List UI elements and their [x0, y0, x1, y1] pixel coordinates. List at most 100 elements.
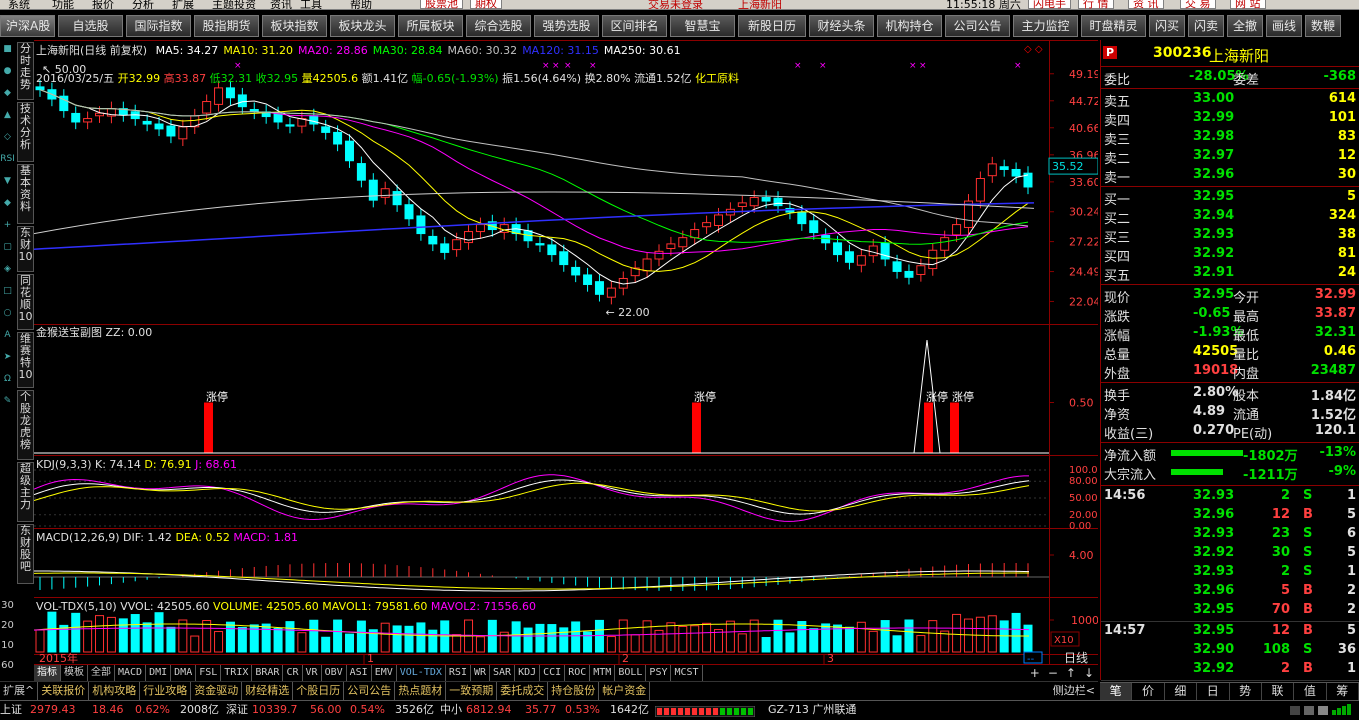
indicator-tab-14[interactable]: VOL-TDX — [397, 665, 446, 681]
indicator-tab-9[interactable]: CR — [283, 665, 303, 681]
extension-tab-0[interactable]: 扩展^ — [0, 682, 39, 700]
menu-right-2[interactable]: 资 讯 — [1128, 0, 1164, 9]
tool-icon-7[interactable]: ◆ — [0, 198, 15, 208]
tool-icon-10[interactable]: ◈ — [0, 264, 15, 274]
ask-row-3[interactable]: 卖二 32.97 12 — [1101, 147, 1359, 167]
ask-row-1[interactable]: 卖四 32.99 101 — [1101, 109, 1359, 129]
ask-row-2[interactable]: 卖三 32.98 83 — [1101, 128, 1359, 148]
left-tab-4[interactable]: 同花顺10 — [17, 274, 34, 330]
extension-tab-11[interactable]: 持仓股份 — [548, 682, 600, 700]
quote-tab-3[interactable]: 日 — [1197, 683, 1230, 700]
menu-item-5[interactable]: 主题投资 — [212, 0, 256, 9]
extension-tab-1[interactable]: 关联报价 — [38, 682, 90, 700]
toolbar-btn-13[interactable]: 机构持仓 — [877, 15, 942, 37]
menu-item-6[interactable]: 资讯 — [270, 0, 292, 9]
indicator-tab-5[interactable]: DMA — [171, 665, 197, 681]
toolbar-btn-10[interactable]: 智慧宝 — [670, 15, 735, 37]
menu-btn-0[interactable]: 股票池 — [420, 0, 463, 9]
tool-icon-2[interactable]: ◆ — [0, 88, 15, 98]
quote-tab-2[interactable]: 细 — [1165, 683, 1198, 700]
toolbar-btn-1[interactable]: 自选股 — [58, 15, 123, 37]
menu-right-1[interactable]: 行 情 — [1078, 0, 1114, 9]
tool-icon-0[interactable]: ■ — [0, 44, 15, 54]
extension-tab-5[interactable]: 财经精选 — [242, 682, 294, 700]
extension-tab-6[interactable]: 个股日历 — [293, 682, 345, 700]
extension-tab-9[interactable]: 一致预期 — [446, 682, 498, 700]
toolbar-btn-11[interactable]: 新股日历 — [738, 15, 806, 37]
quote-tab-7[interactable]: 筹 — [1327, 683, 1359, 700]
zoom-out-icon[interactable]: − — [1048, 665, 1058, 681]
indicator-tab-23[interactable]: PSY — [646, 665, 672, 681]
left-tab-8[interactable]: 东财股吧 — [17, 524, 34, 584]
kline-chart-svg[interactable]: 49.1944.7240.6636.9633.6030.2427.2224.49… — [33, 40, 1106, 665]
period-number[interactable]: 30 — [0, 600, 15, 611]
tool-icon-4[interactable]: ◇ — [0, 132, 15, 142]
left-tab-2[interactable]: 基本资料 — [17, 164, 34, 224]
indicator-tab-21[interactable]: MTM — [590, 665, 616, 681]
quote-tab-5[interactable]: 联 — [1262, 683, 1295, 700]
period-label[interactable]: 日线 — [1064, 651, 1088, 665]
menu-right-3[interactable]: 交 易 — [1180, 0, 1216, 9]
sidebar-toggle-button[interactable]: 侧边栏< — [1050, 682, 1098, 700]
menu-item-1[interactable]: 功能 — [52, 0, 74, 9]
indicator-tab-20[interactable]: ROC — [565, 665, 591, 681]
tool-icon-11[interactable]: □ — [0, 286, 15, 296]
tool-icon-12[interactable]: ○ — [0, 308, 15, 318]
indicator-tab-15[interactable]: RSI — [446, 665, 471, 681]
extension-tab-2[interactable]: 机构攻略 — [89, 682, 141, 700]
indicator-tab-1[interactable]: 模板 — [61, 665, 88, 681]
toolbar-btn-5[interactable]: 板块龙头 — [330, 15, 395, 37]
left-tab-1[interactable]: 技术分析 — [17, 102, 34, 162]
menu-btn-1[interactable]: 期权 — [470, 0, 502, 9]
toolbar-btn-4[interactable]: 板块指数 — [262, 15, 327, 37]
toolbar-btn-8[interactable]: 强势选股 — [534, 15, 599, 37]
extension-tab-7[interactable]: 公司公告 — [344, 682, 396, 700]
left-tab-7[interactable]: 超级主力 — [17, 462, 34, 522]
menu-item-0[interactable]: 系统 — [8, 0, 30, 9]
extension-tab-3[interactable]: 行业攻略 — [140, 682, 192, 700]
indicator-tab-6[interactable]: FSL — [196, 665, 222, 681]
toolbar-btn-12[interactable]: 财经头条 — [809, 15, 874, 37]
indicator-tab-24[interactable]: MCST — [671, 665, 703, 681]
bid-row-0[interactable]: 买一 32.95 5 — [1101, 188, 1359, 208]
bid-row-1[interactable]: 买二 32.94 324 — [1101, 207, 1359, 227]
tool-icon-5[interactable]: RSI — [0, 154, 15, 164]
toolbar-btn-17[interactable]: 闪买 — [1149, 15, 1185, 37]
tool-icon-16[interactable]: ✎ — [0, 396, 15, 406]
scroll-up-icon[interactable]: ↑ — [1066, 665, 1076, 681]
tool-icon-3[interactable]: ▲ — [0, 110, 15, 120]
toolbar-btn-21[interactable]: 数鞭 — [1305, 15, 1341, 37]
indicator-tab-17[interactable]: SAR — [490, 665, 516, 681]
toolbar-btn-16[interactable]: 盯盘精灵 — [1081, 15, 1146, 37]
indicator-tab-18[interactable]: KDJ — [515, 665, 541, 681]
toolbar-btn-15[interactable]: 主力监控 — [1013, 15, 1078, 37]
tool-icon-1[interactable]: ● — [0, 66, 15, 76]
toolbar-btn-2[interactable]: 国际指数 — [126, 15, 191, 37]
toolbar-btn-9[interactable]: 区间排名 — [602, 15, 667, 37]
left-tab-0[interactable]: 分时走势 — [17, 42, 34, 100]
tool-icon-9[interactable]: ▢ — [0, 242, 15, 252]
indicator-tab-7[interactable]: TRIX — [221, 665, 253, 681]
toolbar-btn-0[interactable]: 沪深A股 — [0, 15, 55, 37]
scroll-down-icon[interactable]: ↓ — [1084, 665, 1094, 681]
toolbar-btn-6[interactable]: 所属板块 — [398, 15, 463, 37]
ask-row-4[interactable]: 卖一 32.96 30 — [1101, 166, 1359, 186]
indicator-tab-19[interactable]: CCI — [540, 665, 566, 681]
tool-icon-8[interactable]: + — [0, 220, 15, 230]
menu-right-0[interactable]: 闪电手 — [1028, 0, 1071, 9]
menu-item-2[interactable]: 报价 — [92, 0, 114, 9]
bid-row-4[interactable]: 买五 32.91 24 — [1101, 264, 1359, 284]
left-tab-6[interactable]: 个股龙虎榜 — [17, 390, 34, 460]
quote-tab-6[interactable]: 值 — [1294, 683, 1327, 700]
period-number[interactable]: 20 — [0, 620, 15, 631]
menu-item-3[interactable]: 分析 — [132, 0, 154, 9]
menu-item-8[interactable]: 帮助 — [350, 0, 372, 9]
indicator-tab-16[interactable]: WR — [471, 665, 491, 681]
indicator-tab-12[interactable]: ASI — [347, 665, 372, 681]
indicator-tab-8[interactable]: BRAR — [252, 665, 284, 681]
extension-tab-12[interactable]: 帐户资金 — [599, 682, 651, 700]
indicator-tab-11[interactable]: OBV — [322, 665, 347, 681]
tool-icon-6[interactable]: ▼ — [0, 176, 15, 186]
tool-icon-15[interactable]: Ω — [0, 374, 15, 384]
toolbar-btn-20[interactable]: 画线 — [1266, 15, 1302, 37]
